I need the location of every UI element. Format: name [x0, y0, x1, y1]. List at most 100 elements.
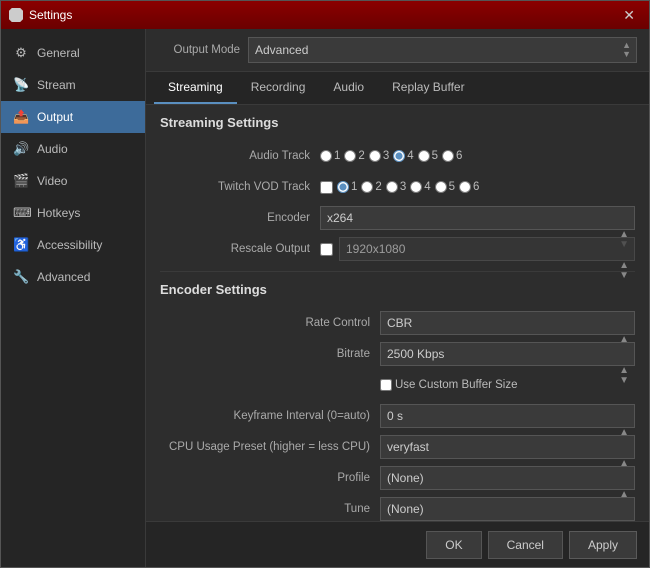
audio-track-4[interactable]: 4: [393, 150, 413, 162]
encoder-settings-title: Encoder Settings: [160, 282, 635, 301]
tabs-row: Streaming Recording Audio Replay Buffer: [146, 72, 649, 105]
tvod-track-3[interactable]: 3: [386, 181, 406, 193]
main-content: ⚙ General 📡 Stream 📤 Output 🔊 Audio 🎬 Vi…: [1, 29, 649, 567]
audio-track-6[interactable]: 6: [442, 150, 462, 162]
audio-track-5[interactable]: 5: [418, 150, 438, 162]
tab-audio[interactable]: Audio: [319, 72, 378, 104]
tune-wrapper: (None) film animation grain ▲▼: [380, 497, 635, 521]
rescale-resolution-wrapper: 1920x1080 ▲▼: [339, 237, 635, 261]
app-icon: [9, 8, 23, 22]
custom-buffer-checkbox[interactable]: [380, 379, 392, 391]
keyframe-row: Keyframe Interval (0=auto) 0 s ▲▼: [160, 404, 635, 428]
sidebar-item-stream[interactable]: 📡 Stream: [1, 69, 145, 101]
panel-content: Streaming Settings Audio Track 1 2: [146, 105, 649, 521]
audio-track-label: Audio Track: [160, 150, 320, 162]
rescale-output-label: Rescale Output: [160, 243, 320, 255]
bitrate-label: Bitrate: [160, 348, 380, 360]
tvod-track-6[interactable]: 6: [459, 181, 479, 193]
bitrate-row: Bitrate 2500 Kbps ▲▼: [160, 342, 635, 366]
advanced-icon: 🔧: [13, 269, 29, 285]
tvod-track-4[interactable]: 4: [410, 181, 430, 193]
audio-icon: 🔊: [13, 141, 29, 157]
gear-icon: ⚙: [13, 45, 29, 61]
sidebar-item-output[interactable]: 📤 Output: [1, 101, 145, 133]
profile-label: Profile: [160, 472, 380, 484]
rescale-output-row: Rescale Output 1920x1080 ▲▼: [160, 237, 635, 261]
bitrate-select[interactable]: 2500 Kbps: [380, 342, 635, 366]
tune-row: Tune (None) film animation grain ▲▼: [160, 497, 635, 521]
sidebar-item-advanced[interactable]: 🔧 Advanced: [1, 261, 145, 293]
section-divider: [160, 271, 635, 272]
tab-replay-buffer[interactable]: Replay Buffer: [378, 72, 479, 104]
settings-window: Settings ✕ ⚙ General 📡 Stream 📤 Output 🔊…: [0, 0, 650, 568]
twitch-vod-label: Twitch VOD Track: [160, 181, 320, 193]
sidebar-label-hotkeys: Hotkeys: [37, 206, 80, 220]
cancel-button[interactable]: Cancel: [488, 531, 563, 559]
rate-control-label: Rate Control: [160, 317, 380, 329]
audio-track-row: Audio Track 1 2 3: [160, 144, 635, 168]
encoder-row: Encoder x264 NVENC H.264 QuickSync H.264…: [160, 206, 635, 230]
encoder-label: Encoder: [160, 212, 320, 224]
profile-select[interactable]: (None) baseline main high: [380, 466, 635, 490]
sidebar-label-audio: Audio: [37, 142, 68, 156]
tvod-track-1[interactable]: 1: [337, 181, 357, 193]
rescale-checkbox[interactable]: [320, 243, 333, 256]
twitch-vod-checkbox[interactable]: [320, 181, 333, 194]
output-mode-select-wrapper: Advanced Simple ▲▼: [248, 37, 637, 63]
stream-icon: 📡: [13, 77, 29, 93]
apply-button[interactable]: Apply: [569, 531, 637, 559]
encoder-select[interactable]: x264 NVENC H.264 QuickSync H.264: [320, 206, 635, 230]
tab-streaming[interactable]: Streaming: [154, 72, 237, 104]
cpu-preset-label: CPU Usage Preset (higher = less CPU): [160, 441, 380, 453]
twitch-vod-track-group: 1 2 3: [337, 181, 479, 193]
video-icon: 🎬: [13, 173, 29, 189]
audio-track-2[interactable]: 2: [344, 150, 364, 162]
ok-button[interactable]: OK: [426, 531, 481, 559]
sidebar-label-output: Output: [37, 110, 73, 124]
output-mode-row: Output Mode Advanced Simple ▲▼: [146, 29, 649, 72]
encoder-select-wrapper: x264 NVENC H.264 QuickSync H.264 ▲▼: [320, 206, 635, 230]
accessibility-icon: ♿: [13, 237, 29, 253]
twitch-vod-controls: 1 2 3: [320, 181, 635, 194]
sidebar-label-general: General: [37, 46, 80, 60]
keyframe-label: Keyframe Interval (0=auto): [160, 410, 380, 422]
custom-buffer-label: Use Custom Buffer Size: [395, 379, 518, 391]
sidebar-item-general[interactable]: ⚙ General: [1, 37, 145, 69]
sidebar-item-audio[interactable]: 🔊 Audio: [1, 133, 145, 165]
rescale-resolution-select[interactable]: 1920x1080: [339, 237, 635, 261]
tune-label: Tune: [160, 503, 380, 515]
bottom-bar: OK Cancel Apply: [146, 521, 649, 567]
keyframe-wrapper: 0 s ▲▼: [380, 404, 635, 428]
sidebar-item-hotkeys[interactable]: ⌨ Hotkeys: [1, 197, 145, 229]
tune-select[interactable]: (None) film animation grain: [380, 497, 635, 521]
title-bar: Settings ✕: [1, 1, 649, 29]
keyframe-select[interactable]: 0 s: [380, 404, 635, 428]
audio-track-controls: 1 2 3 4: [320, 150, 635, 162]
cpu-preset-row: CPU Usage Preset (higher = less CPU) ult…: [160, 435, 635, 459]
cpu-preset-wrapper: ultrafast superfast veryfast faster fast…: [380, 435, 635, 459]
streaming-settings-title: Streaming Settings: [160, 115, 635, 134]
profile-wrapper: (None) baseline main high ▲▼: [380, 466, 635, 490]
sidebar-item-accessibility[interactable]: ♿ Accessibility: [1, 229, 145, 261]
output-mode-container: Output Mode Advanced Simple ▲▼: [158, 37, 637, 63]
twitch-vod-row: Twitch VOD Track 1 2: [160, 175, 635, 199]
bitrate-wrapper: 2500 Kbps ▲▼: [380, 342, 635, 366]
tab-recording[interactable]: Recording: [237, 72, 320, 104]
sidebar-label-stream: Stream: [37, 78, 76, 92]
sidebar-label-advanced: Advanced: [37, 270, 90, 284]
output-mode-select[interactable]: Advanced Simple: [248, 37, 637, 63]
window-title: Settings: [29, 8, 617, 22]
sidebar-label-video: Video: [37, 174, 67, 188]
sidebar-item-video[interactable]: 🎬 Video: [1, 165, 145, 197]
tvod-track-2[interactable]: 2: [361, 181, 381, 193]
custom-buffer-row: Use Custom Buffer Size: [160, 373, 635, 397]
close-button[interactable]: ✕: [617, 5, 641, 26]
rescale-output-controls: 1920x1080 ▲▼: [320, 237, 635, 261]
rate-control-select[interactable]: CBR VBR ABR CRF: [380, 311, 635, 335]
audio-track-1[interactable]: 1: [320, 150, 340, 162]
profile-row: Profile (None) baseline main high ▲▼: [160, 466, 635, 490]
cpu-preset-select[interactable]: ultrafast superfast veryfast faster fast…: [380, 435, 635, 459]
output-icon: 📤: [13, 109, 29, 125]
audio-track-3[interactable]: 3: [369, 150, 389, 162]
tvod-track-5[interactable]: 5: [435, 181, 455, 193]
